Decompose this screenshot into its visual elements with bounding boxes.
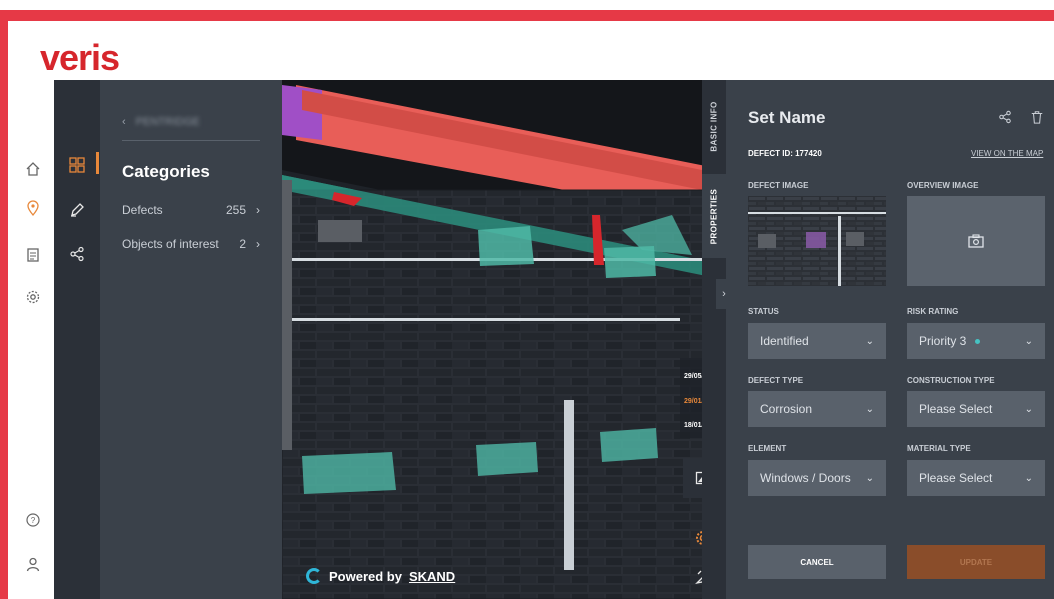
status-label: STATUS <box>748 307 779 316</box>
material-type-select[interactable]: Please Select ⌄ <box>907 460 1045 496</box>
overview-image-placeholder[interactable] <box>907 196 1045 286</box>
chevron-right-icon: › <box>256 203 260 217</box>
material-value: Please Select <box>919 471 993 485</box>
cancel-button[interactable]: CANCEL <box>748 545 886 579</box>
divider <box>122 140 260 141</box>
tool-rail <box>54 80 100 599</box>
defect-image[interactable] <box>748 196 886 286</box>
element-label: ELEMENT <box>748 444 787 453</box>
left-accent-edge <box>0 10 8 599</box>
project-name: PENTRIDGE <box>135 116 200 128</box>
element-select[interactable]: Windows / Doors ⌄ <box>748 460 886 496</box>
category-row-objects[interactable]: Objects of interest 2 › <box>122 234 260 254</box>
set-name-title[interactable]: Set Name <box>748 108 825 128</box>
defect-type-label: DEFECT TYPE <box>748 376 804 385</box>
categories-panel: ‹ PENTRIDGE Categories Defects 255 › Obj… <box>100 80 282 599</box>
category-label: Objects of interest <box>122 237 219 251</box>
skand-logo-icon <box>306 568 322 584</box>
top-accent-bar <box>0 10 1054 21</box>
chevron-down-icon: ⌄ <box>865 472 874 484</box>
defect-image-label: DEFECT IMAGE <box>748 181 809 190</box>
chevron-down-icon: ⌄ <box>1024 335 1033 347</box>
main-nav-rail: ? <box>8 80 54 599</box>
user-icon[interactable] <box>22 553 44 575</box>
risk-indicator-dot <box>975 338 981 344</box>
element-value: Windows / Doors <box>760 471 851 485</box>
3d-viewer[interactable]: Powered by SKAND <box>282 80 726 599</box>
chevron-left-icon: ‹ <box>122 116 126 128</box>
camera-icon <box>968 234 984 248</box>
defect-detail-panel: Set Name DEFECT ID: 177420 VIEW ON THE M… <box>726 80 1054 599</box>
risk-rating-label: RISK RATING <box>907 307 959 316</box>
chevron-down-icon: ⌄ <box>865 335 874 347</box>
share-icon[interactable] <box>998 110 1012 127</box>
share-icon[interactable] <box>64 241 90 267</box>
side-tabs: BASIC INFO PROPERTIES <box>702 80 726 599</box>
tab-properties[interactable]: PROPERTIES <box>702 174 726 258</box>
defect-id: DEFECT ID: 177420 <box>748 149 822 158</box>
home-icon[interactable] <box>22 158 44 180</box>
app-header: veris <box>8 21 1054 80</box>
pen-icon[interactable] <box>64 197 90 223</box>
chevron-down-icon: ⌄ <box>1024 403 1033 415</box>
construction-type-select[interactable]: Please Select ⌄ <box>907 391 1045 427</box>
category-count: 2 <box>239 237 246 251</box>
back-button[interactable]: ‹ PENTRIDGE <box>122 112 260 132</box>
defect-type-select[interactable]: Corrosion ⌄ <box>748 391 886 427</box>
category-count: 255 <box>225 203 246 217</box>
skand-link[interactable]: SKAND <box>409 569 455 584</box>
chevron-right-icon: › <box>256 237 260 251</box>
construction-type-label: CONSTRUCTION TYPE <box>907 376 995 385</box>
tab-basic-info[interactable]: BASIC INFO <box>702 86 726 166</box>
material-type-label: MATERIAL TYPE <box>907 444 971 453</box>
powered-by-text: Powered by <box>329 568 402 584</box>
app-logo[interactable]: veris <box>40 37 120 79</box>
construction-value: Please Select <box>919 402 993 416</box>
category-row-defects[interactable]: Defects 255 › <box>122 200 260 220</box>
status-value: Identified <box>760 334 809 348</box>
grid-icon[interactable] <box>64 152 90 178</box>
powered-by-skand[interactable]: Powered by SKAND <box>306 568 455 584</box>
trash-icon[interactable] <box>1030 110 1044 127</box>
update-button[interactable]: UPDATE <box>907 545 1045 579</box>
risk-value: Priority 3 <box>919 334 967 348</box>
document-icon[interactable] <box>22 244 44 266</box>
chevron-down-icon: ⌄ <box>1024 472 1033 484</box>
svg-text:?: ? <box>31 516 36 525</box>
category-label: Defects <box>122 203 163 217</box>
help-icon[interactable]: ? <box>22 509 44 531</box>
settings-icon[interactable] <box>22 286 44 308</box>
risk-rating-select[interactable]: Priority 3 ⌄ <box>907 323 1045 359</box>
categories-title: Categories <box>122 162 210 181</box>
chevron-down-icon: ⌄ <box>865 403 874 415</box>
view-on-map-link[interactable]: VIEW ON THE MAP <box>971 149 1043 158</box>
status-select[interactable]: Identified ⌄ <box>748 323 886 359</box>
wall-scene <box>282 80 726 599</box>
overview-image-label: OVERVIEW IMAGE <box>907 181 979 190</box>
defect-type-value: Corrosion <box>760 402 813 416</box>
location-pin-icon[interactable] <box>22 197 44 219</box>
active-tool-marker <box>96 152 99 174</box>
